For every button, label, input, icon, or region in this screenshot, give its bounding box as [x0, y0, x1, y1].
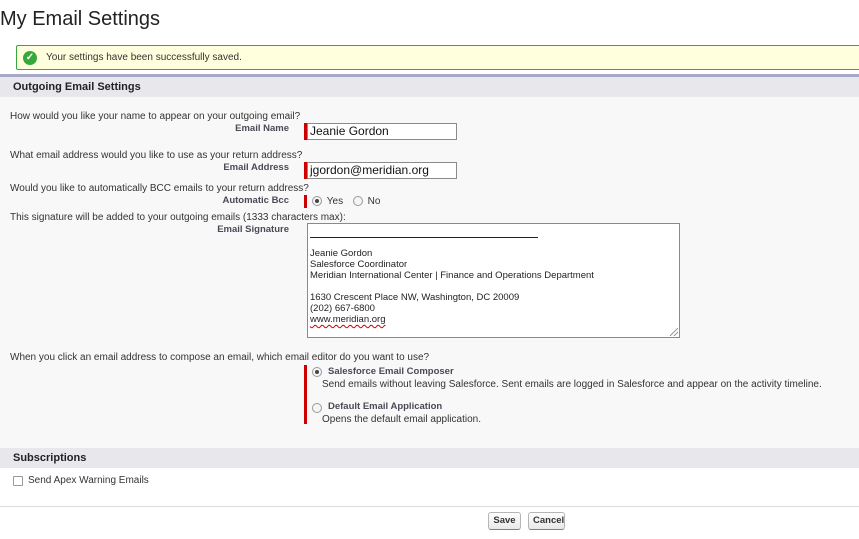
email-address-input[interactable]: jgordon@meridian.org	[307, 162, 457, 179]
bcc-question: Would you like to automatically BCC emai…	[10, 183, 309, 194]
success-alert: ✓ Your settings have been successfully s…	[16, 45, 859, 70]
email-address-question: What email address would you like to use…	[10, 150, 303, 161]
signature-line: (202) 667-6800	[310, 303, 375, 314]
editor-question: When you click an email address to compo…	[10, 352, 430, 363]
subscriptions-section-title: Subscriptions	[13, 452, 87, 464]
signature-line: Meridian International Center | Finance …	[310, 270, 594, 281]
email-name-label: Email Name	[235, 123, 289, 134]
subscriptions-section-header: Subscriptions	[0, 448, 859, 468]
bcc-yes-radio[interactable]	[312, 196, 322, 207]
cancel-button[interactable]: Cancel	[528, 512, 565, 530]
signature-line: Jeanie Gordon	[310, 248, 373, 259]
email-name-question: How would you like your name to appear o…	[10, 111, 301, 122]
signature-question: This signature will be added to your out…	[10, 212, 346, 223]
bcc-yes-label: Yes	[326, 196, 344, 207]
signature-line: Salesforce Coordinator	[310, 259, 408, 270]
save-button[interactable]: Save	[488, 512, 521, 530]
bcc-label: Automatic Bcc	[222, 195, 289, 206]
bcc-no-label: No	[367, 196, 381, 207]
default-email-app-desc: Opens the default email application.	[322, 414, 481, 425]
default-email-app-title: Default Email Application	[328, 401, 443, 412]
salesforce-composer-title: Salesforce Email Composer	[328, 366, 454, 377]
send-apex-warning-label: Send Apex Warning Emails	[28, 475, 149, 486]
signature-line	[310, 281, 677, 292]
salesforce-composer-radio[interactable]	[312, 367, 322, 377]
email-signature-textarea[interactable]: Jeanie Gordon Salesforce Coordinator Mer…	[307, 223, 680, 338]
page-title: My Email Settings	[0, 8, 161, 30]
signature-line: www.meridian.org	[310, 314, 386, 325]
email-address-label: Email Address	[223, 162, 289, 173]
signature-line: 1630 Crescent Place NW, Washington, DC 2…	[310, 292, 520, 303]
required-indicator	[304, 365, 307, 424]
signature-rule	[310, 237, 538, 238]
signature-label: Email Signature	[217, 224, 289, 235]
resize-grip-icon[interactable]	[670, 328, 678, 336]
check-circle-icon: ✓	[23, 51, 37, 65]
bcc-no-radio[interactable]	[352, 196, 363, 207]
outgoing-section-header: Outgoing Email Settings	[0, 77, 859, 97]
salesforce-composer-desc: Send emails without leaving Salesforce. …	[322, 379, 822, 390]
success-message: Your settings have been successfully sav…	[46, 52, 242, 63]
bcc-radio-group: Yes No	[312, 196, 380, 207]
footer-divider	[0, 506, 859, 507]
required-indicator	[304, 195, 307, 208]
send-apex-warning-checkbox[interactable]	[13, 476, 23, 486]
email-name-input[interactable]: Jeanie Gordon	[307, 123, 457, 140]
outgoing-section-title: Outgoing Email Settings	[13, 81, 141, 93]
default-email-app-radio[interactable]	[312, 403, 322, 413]
